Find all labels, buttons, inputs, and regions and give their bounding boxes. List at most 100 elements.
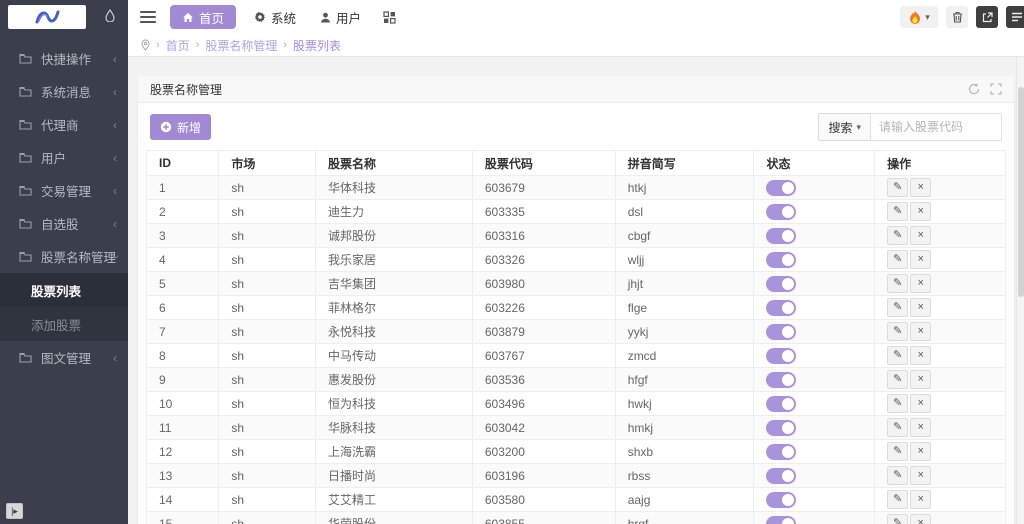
sidebar-subitem-label: 添加股票 (31, 315, 81, 334)
add-stock-button[interactable]: 新增 (150, 114, 211, 140)
status-toggle[interactable] (766, 252, 796, 268)
delete-x-icon[interactable]: × (910, 466, 931, 485)
nav-tab-system[interactable]: 系统 (242, 5, 308, 29)
cell-operations: ✎ × (875, 464, 1006, 488)
caret-down-icon: ▾ (925, 12, 930, 23)
delete-x-icon[interactable]: × (910, 202, 931, 221)
status-toggle[interactable] (766, 372, 796, 388)
sidebar-item[interactable]: 自选股 ‹ (0, 207, 128, 240)
status-toggle[interactable] (766, 444, 796, 460)
cell-stock-name: 华体科技 (315, 176, 472, 200)
delete-x-icon[interactable]: × (910, 514, 931, 524)
cell-status (754, 248, 875, 272)
edit-pencil-icon[interactable]: ✎ (887, 514, 908, 524)
column-header: 市场 (219, 151, 316, 176)
status-toggle[interactable] (766, 324, 796, 340)
status-toggle[interactable] (766, 492, 796, 508)
sidebar-menu: 快捷操作 ‹ 系统消息 ‹ 代理商 ‹ 用户 ‹ 交易管理 ‹ 自选股 (0, 42, 128, 374)
brand-logo[interactable] (8, 5, 86, 29)
sidebar-item-label: 股票名称管理 (41, 247, 116, 266)
folder-icon (19, 352, 32, 363)
vertical-scrollbar[interactable] (1016, 57, 1024, 524)
sidebar-item[interactable]: 股票名称管理 ‹ (0, 240, 128, 273)
edit-pencil-icon[interactable]: ✎ (887, 466, 908, 485)
status-toggle[interactable] (766, 300, 796, 316)
edit-pencil-icon[interactable]: ✎ (887, 226, 908, 245)
edit-pencil-icon[interactable]: ✎ (887, 274, 908, 293)
sidebar-item[interactable]: 系统消息 ‹ (0, 75, 128, 108)
status-toggle[interactable] (766, 468, 796, 484)
delete-x-icon[interactable]: × (910, 250, 931, 269)
edit-pencil-icon[interactable]: ✎ (887, 370, 908, 389)
fullscreen-icon[interactable] (990, 83, 1002, 95)
edit-pencil-icon[interactable]: ✎ (887, 442, 908, 461)
cell-stock-code: 603335 (472, 200, 615, 224)
delete-x-icon[interactable]: × (910, 370, 931, 389)
delete-x-icon[interactable]: × (910, 490, 931, 509)
open-external-button[interactable] (976, 6, 998, 28)
sidebar-item[interactable]: 用户 ‹ (0, 141, 128, 174)
search-dropdown-button[interactable]: 搜索▾ (818, 113, 870, 141)
edit-pencil-icon[interactable]: ✎ (887, 178, 908, 197)
status-toggle[interactable] (766, 420, 796, 436)
cell-status (754, 320, 875, 344)
cell-stock-code: 603496 (472, 392, 615, 416)
edit-pencil-icon[interactable]: ✎ (887, 418, 908, 437)
edit-pencil-icon[interactable]: ✎ (887, 322, 908, 341)
cell-pinyin: aajg (615, 488, 754, 512)
hamburger-icon[interactable] (140, 11, 156, 23)
status-toggle[interactable] (766, 276, 796, 292)
refresh-icon[interactable] (968, 83, 980, 95)
status-toggle[interactable] (766, 204, 796, 220)
collapse-sidebar-button[interactable]: |▸ (6, 503, 23, 519)
delete-x-icon[interactable]: × (910, 346, 931, 365)
status-toggle[interactable] (766, 396, 796, 412)
folder-icon (19, 185, 32, 196)
delete-x-icon[interactable]: × (910, 298, 931, 317)
sidebar-item-label: 系统消息 (41, 82, 91, 101)
sidebar-subitem[interactable]: 股票列表 (0, 273, 128, 307)
sidebar-item[interactable]: 图文管理 ‹ (0, 341, 128, 374)
delete-x-icon[interactable]: × (910, 322, 931, 341)
breadcrumb-link[interactable]: 首页 (166, 37, 190, 54)
clear-cache-button[interactable] (946, 6, 968, 28)
more-menu-button[interactable] (1006, 6, 1024, 28)
status-toggle[interactable] (766, 348, 796, 364)
breadcrumb-link[interactable]: 股票列表 (293, 37, 341, 54)
edit-pencil-icon[interactable]: ✎ (887, 346, 908, 365)
nav-tab-user[interactable]: 用户 (308, 5, 373, 29)
status-toggle[interactable] (766, 180, 796, 196)
delete-x-icon[interactable]: × (910, 226, 931, 245)
nav-tab-home[interactable]: 首页 (170, 5, 236, 29)
water-drop-icon[interactable] (105, 9, 115, 22)
cell-id: 15 (147, 512, 219, 524)
status-toggle[interactable] (766, 516, 796, 524)
cell-stock-code: 603316 (472, 224, 615, 248)
sidebar-item[interactable]: 代理商 ‹ (0, 108, 128, 141)
delete-x-icon[interactable]: × (910, 274, 931, 293)
delete-x-icon[interactable]: × (910, 178, 931, 197)
edit-pencil-icon[interactable]: ✎ (887, 490, 908, 509)
edit-pencil-icon[interactable]: ✎ (887, 250, 908, 269)
apps-grid-icon[interactable] (383, 11, 396, 24)
delete-x-icon[interactable]: × (910, 418, 931, 437)
status-toggle[interactable] (766, 228, 796, 244)
edit-pencil-icon[interactable]: ✎ (887, 202, 908, 221)
table-row: 4 sh 我乐家居 603326 wljj ✎ × (147, 248, 1006, 272)
delete-x-icon[interactable]: × (910, 394, 931, 413)
stock-code-search-input[interactable] (870, 113, 1002, 141)
sidebar-subitem[interactable]: 添加股票 (0, 307, 128, 341)
chevron-icon: ‹ (113, 351, 117, 365)
sidebar-item[interactable]: 交易管理 ‹ (0, 174, 128, 207)
main-area: 首页系统用户 ▾ (128, 0, 1024, 524)
sidebar-item[interactable]: 快捷操作 ‹ (0, 42, 128, 75)
scrollbar-thumb[interactable] (1018, 87, 1024, 297)
sidebar-item-label: 快捷操作 (41, 49, 91, 68)
cell-pinyin: shxb (615, 440, 754, 464)
chevron-icon: ‹ (113, 118, 117, 132)
delete-x-icon[interactable]: × (910, 442, 931, 461)
edit-pencil-icon[interactable]: ✎ (887, 394, 908, 413)
theme-flame-dropdown-button[interactable]: ▾ (900, 6, 938, 28)
breadcrumb-link[interactable]: 股票名称管理 (205, 37, 277, 54)
edit-pencil-icon[interactable]: ✎ (887, 298, 908, 317)
